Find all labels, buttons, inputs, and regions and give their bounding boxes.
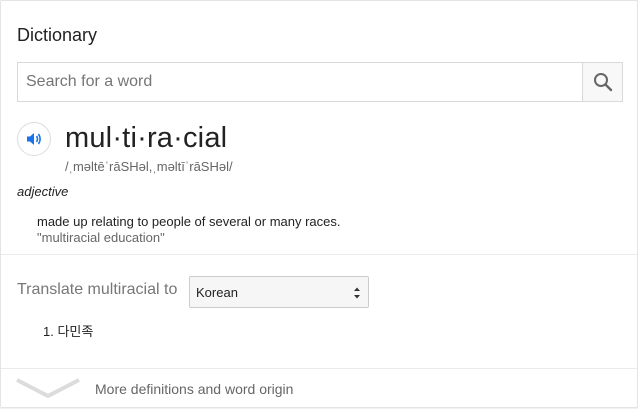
- search-icon: [593, 73, 612, 92]
- more-definitions-link[interactable]: More definitions and word origin: [1, 369, 638, 409]
- chevron-down-icon: [16, 378, 80, 398]
- search-input[interactable]: [18, 63, 582, 101]
- search-button[interactable]: [582, 63, 622, 101]
- card-title: Dictionary: [17, 25, 98, 45]
- dictionary-card: Dictionary mul·ti·ra·cial /ˌməltēˈrāSHəl…: [0, 0, 638, 408]
- translate-label: Translate multiracial to: [17, 281, 178, 298]
- select-arrows-icon: [354, 287, 360, 299]
- example-text: "multiracial education": [37, 230, 165, 245]
- headword: mul·ti·ra·cial: [65, 122, 228, 154]
- definition-text: made up relating to people of several or…: [37, 214, 341, 229]
- translation-result: 1. 다민족: [43, 324, 94, 339]
- divider: [1, 254, 638, 255]
- phonetic-spelling: /ˌməltēˈrāSHəl,ˌməltīˈrāSHəl/: [65, 159, 233, 174]
- pronunciation-button[interactable]: [17, 122, 51, 156]
- language-select[interactable]: Korean: [189, 276, 369, 308]
- more-definitions-label: More definitions and word origin: [95, 381, 294, 397]
- speaker-icon: [27, 133, 41, 145]
- part-of-speech: adjective: [17, 184, 69, 199]
- search-box: [17, 62, 623, 102]
- language-select-value: Korean: [196, 285, 238, 300]
